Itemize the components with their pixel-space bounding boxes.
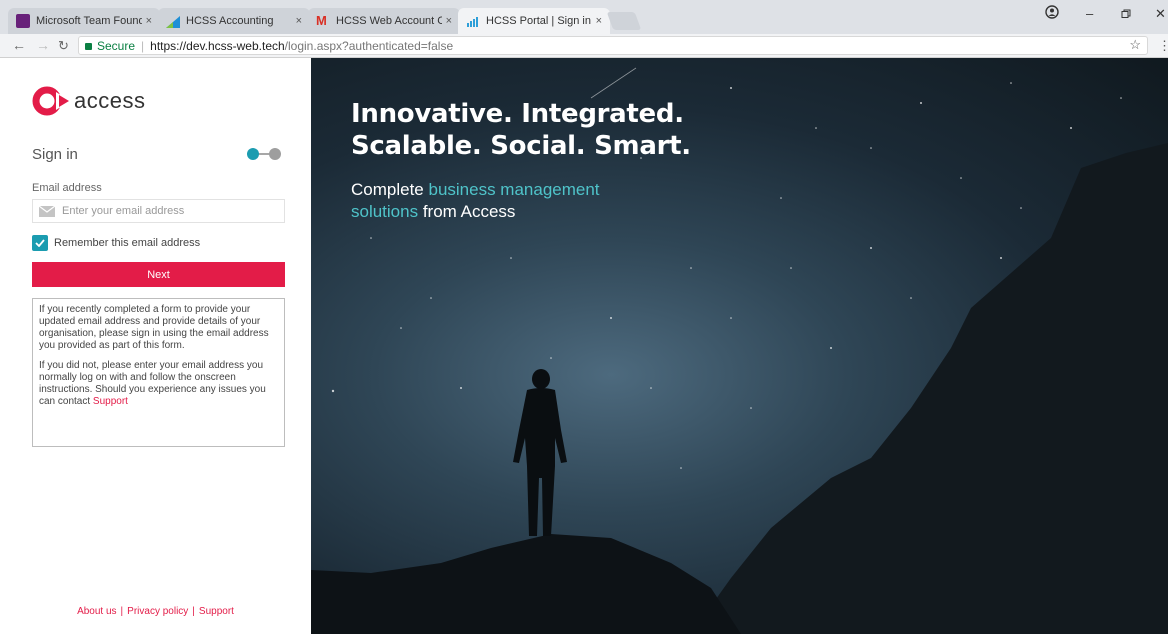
hero-headline: Innovative. Integrated. Scalable. Social… bbox=[351, 98, 691, 162]
tab-hcss-portal[interactable]: HCSS Portal | Sign in × bbox=[458, 8, 610, 34]
about-us-link[interactable]: About us bbox=[77, 606, 116, 617]
info-box: If you recently completed a form to prov… bbox=[32, 298, 285, 447]
hero-sub-highlight-1: business management bbox=[428, 180, 600, 199]
url-path: /login.aspx?authenticated=false bbox=[284, 38, 454, 53]
info-paragraph-2-text: If you did not, please enter your email … bbox=[39, 360, 266, 407]
hero-headline-line-1: Innovative. Integrated. bbox=[351, 99, 684, 129]
support-footer-link[interactable]: Support bbox=[199, 606, 234, 617]
reload-icon[interactable]: ↻ bbox=[58, 38, 69, 54]
forward-icon[interactable]: → bbox=[36, 37, 50, 53]
hero-sub-highlight-2: solutions bbox=[351, 202, 419, 221]
tab-hcss-web-account[interactable]: M HCSS Web Account Crea × bbox=[308, 8, 460, 34]
tab-title: HCSS Portal | Sign in bbox=[486, 15, 591, 27]
url-host: https://dev.hcss-web.tech bbox=[150, 38, 285, 53]
email-label: Email address bbox=[32, 182, 102, 194]
lock-icon bbox=[85, 43, 92, 50]
restore-icon[interactable] bbox=[1121, 7, 1131, 22]
signin-title: Sign in bbox=[32, 146, 78, 163]
logo-text: access bbox=[74, 88, 146, 113]
close-icon[interactable]: × bbox=[146, 15, 152, 27]
tab-title: HCSS Web Account Crea bbox=[336, 15, 442, 27]
remember-checkbox[interactable] bbox=[32, 235, 48, 251]
login-panel: access Sign in Email address Remember th… bbox=[0, 58, 311, 634]
tab-team-foundation[interactable]: Microsoft Team Foundati × bbox=[8, 8, 160, 34]
step-toggle-icon bbox=[247, 148, 281, 160]
close-icon[interactable]: × bbox=[596, 15, 602, 27]
hero-subtitle: Complete business management solutions fr… bbox=[351, 179, 600, 223]
info-paragraph-1: If you recently completed a form to prov… bbox=[39, 304, 269, 351]
hero-background: Innovative. Integrated. Scalable. Social… bbox=[311, 58, 1168, 634]
close-window-icon[interactable]: ✕ bbox=[1155, 6, 1166, 22]
envelope-icon bbox=[39, 205, 55, 217]
email-field[interactable] bbox=[32, 199, 285, 223]
address-bar: ← → ↻ Secure | https://dev.hcss-web.tech… bbox=[0, 34, 1168, 58]
url-field[interactable]: Secure | https://dev.hcss-web.tech/login… bbox=[78, 36, 1148, 55]
profile-icon[interactable] bbox=[1045, 5, 1059, 22]
hero-sub-suffix: from Access bbox=[418, 202, 516, 221]
minimize-icon[interactable]: – bbox=[1086, 6, 1093, 21]
footer-separator: | bbox=[192, 606, 195, 617]
tab-hcss-accounting[interactable]: HCSS Accounting × bbox=[158, 8, 310, 34]
bars-icon bbox=[466, 14, 480, 28]
url-separator: | bbox=[141, 38, 145, 53]
hero-sub-prefix: Complete bbox=[351, 180, 429, 199]
privacy-policy-link[interactable]: Privacy policy bbox=[127, 606, 188, 617]
close-icon[interactable]: × bbox=[296, 15, 302, 27]
close-icon[interactable]: × bbox=[446, 15, 452, 27]
hero-headline-line-2: Scalable. Social. Smart. bbox=[351, 131, 691, 161]
remember-email-row[interactable]: Remember this email address bbox=[32, 235, 200, 251]
chart-icon bbox=[166, 14, 180, 28]
menu-icon[interactable]: ⋮ bbox=[1158, 38, 1168, 54]
person-silhouette bbox=[513, 369, 567, 536]
new-tab-button[interactable] bbox=[606, 12, 642, 30]
tab-title: HCSS Accounting bbox=[186, 15, 274, 27]
secure-label: Secure bbox=[97, 38, 136, 53]
hill-left bbox=[311, 534, 741, 634]
browser-tab-bar: Microsoft Team Foundati × HCSS Accountin… bbox=[0, 0, 1168, 34]
remember-label: Remember this email address bbox=[54, 237, 201, 249]
bookmark-star-icon[interactable]: ☆ bbox=[1129, 37, 1141, 53]
info-paragraph-2: If you did not, please enter your email … bbox=[39, 360, 278, 408]
gmail-icon: M bbox=[316, 13, 327, 28]
checkmark-icon bbox=[35, 239, 45, 247]
footer-separator: | bbox=[120, 606, 124, 617]
mountain-right bbox=[691, 143, 1168, 634]
meteor-streak bbox=[590, 67, 637, 99]
access-logo: access bbox=[32, 86, 145, 116]
vs-icon bbox=[16, 14, 30, 28]
access-logo-icon bbox=[32, 86, 70, 116]
support-link[interactable]: Support bbox=[93, 396, 128, 407]
tab-title: Microsoft Team Foundati bbox=[36, 15, 142, 27]
email-input[interactable] bbox=[62, 205, 262, 217]
back-icon[interactable]: ← bbox=[12, 37, 26, 53]
next-button[interactable]: Next bbox=[32, 262, 285, 287]
footer-links: About us | Privacy policy | Support bbox=[0, 606, 311, 617]
